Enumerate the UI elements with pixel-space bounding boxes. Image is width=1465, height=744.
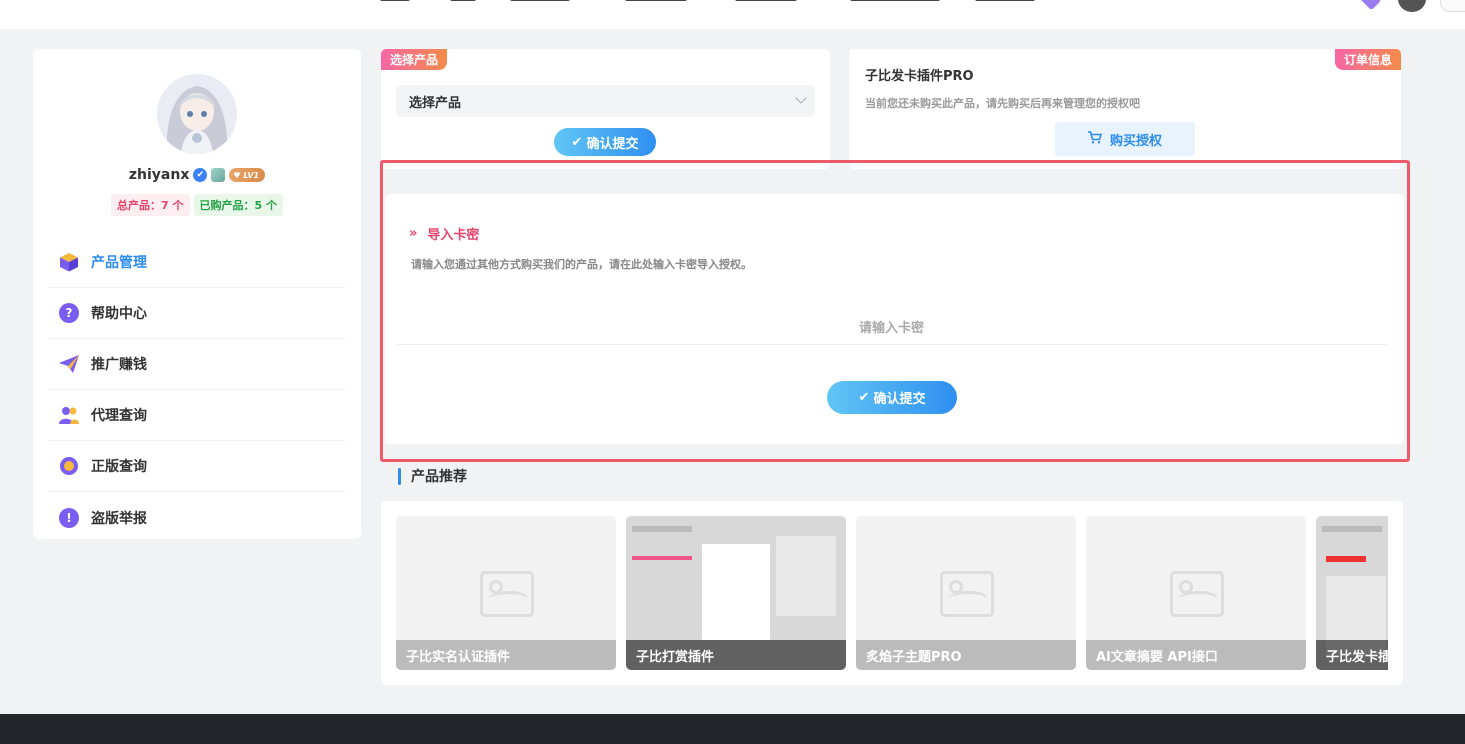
medal-icon [211, 168, 226, 182]
avatar-illustration [157, 74, 237, 154]
sidebar-item-help-center[interactable]: ? 帮助中心 [48, 288, 345, 339]
top-navbar [0, 0, 1465, 29]
recommend-item-caption: 子比打赏插件 [626, 640, 846, 670]
sidebar-item-label: 正版查询 [91, 459, 147, 475]
nav-fragment [380, 0, 410, 3]
sidebar-item-promote-earn[interactable]: 推广赚钱 [48, 339, 345, 390]
magnifier-icon [58, 455, 80, 477]
nav-fragment [850, 0, 940, 3]
nav-fragment [625, 0, 687, 3]
order-info-card: 订单信息 子比发卡插件PRO 当前您还未购买此产品，请先购买后再来管理您的授权吧… [849, 49, 1401, 169]
recommend-title-text: 产品推荐 [411, 469, 467, 485]
recommend-item[interactable]: AI文章摘要 API接口 [1086, 516, 1306, 670]
level-badge-text: LV1 [243, 170, 260, 180]
nav-fragment [975, 0, 1035, 3]
recommend-item-caption: 子比实名认证插件 [396, 640, 616, 670]
order-product-title: 子比发卡插件PRO [865, 69, 974, 84]
highlight-box [380, 160, 1410, 462]
paper-plane-icon [58, 353, 80, 375]
recommend-item[interactable]: 子比打赏插件 [626, 516, 846, 670]
sidebar-item-label: 产品管理 [91, 255, 147, 271]
product-select[interactable]: 选择产品 [396, 85, 815, 117]
sidebar-item-label: 代理查询 [91, 408, 147, 424]
nav-fragment [510, 0, 570, 3]
header-pill-button[interactable] [1440, 0, 1465, 12]
user-sidebar: zhiyanx ✔ ♥ LV1 总产品：7 个 已购产品：5 个 产品管理 ? … [33, 49, 361, 539]
username[interactable]: zhiyanx [129, 167, 189, 183]
sidebar-menu: 产品管理 ? 帮助中心 推广赚钱 代理查询 正版查询 ! 盗版举报 [48, 237, 345, 543]
header-avatar[interactable] [1398, 0, 1426, 12]
question-icon: ? [58, 302, 80, 324]
recommend-card: 子比实名认证插件 子比打赏插件 炙焰子主题PRO AI文章摘要 API接口 子比… [381, 501, 1403, 685]
recommend-item[interactable]: 子比发卡插件PRO [1316, 516, 1388, 670]
nav-fragment [450, 0, 476, 3]
verified-icon: ✔ [193, 168, 208, 182]
username-row: zhiyanx ✔ ♥ LV1 [33, 165, 361, 185]
buy-license-label: 购买授权 [1109, 133, 1162, 149]
nav-fragment [735, 0, 797, 3]
sidebar-item-genuine-query[interactable]: 正版查询 [48, 441, 345, 492]
recommend-item-caption: AI文章摘要 API接口 [1086, 640, 1306, 670]
check-icon: ✔ [571, 134, 583, 150]
exclamation-icon: ! [58, 507, 80, 529]
user-stats: 总产品：7 个 已购产品：5 个 [33, 194, 361, 216]
recommend-item[interactable]: 子比实名认证插件 [396, 516, 616, 670]
order-desc: 当前您还未购买此产品，请先购买后再来管理您的授权吧 [865, 97, 1140, 110]
recommend-title: 产品推荐 [398, 466, 467, 486]
total-products-badge: 总产品：7 个 [111, 194, 190, 216]
bought-products-badge: 已购产品：5 个 [193, 194, 283, 216]
select-product-tag: 选择产品 [381, 49, 448, 70]
sidebar-item-label: 帮助中心 [91, 306, 147, 322]
recommend-strip: 子比实名认证插件 子比打赏插件 炙焰子主题PRO AI文章摘要 API接口 子比… [396, 516, 1388, 670]
select-submit-label: 确认提交 [586, 136, 639, 152]
sidebar-item-label: 盗版举报 [91, 510, 147, 527]
sidebar-item-piracy-report[interactable]: ! 盗版举报 [48, 492, 345, 543]
image-placeholder-icon [480, 571, 534, 617]
recommend-item[interactable]: 炙焰子主题PRO [856, 516, 1076, 670]
buy-license-button[interactable]: 购买授权 [1055, 122, 1195, 156]
recommend-item-caption: 子比发卡插件PRO [1316, 640, 1388, 670]
level-badge: ♥ LV1 [229, 168, 266, 182]
chevron-down-icon [795, 92, 807, 104]
sidebar-item-product-management[interactable]: 产品管理 [48, 237, 345, 288]
select-submit-button[interactable]: ✔ 确认提交 [554, 128, 656, 156]
product-select-value: 选择产品 [409, 95, 462, 111]
vip-gem-icon[interactable] [1358, 0, 1382, 11]
sidebar-item-agent-query[interactable]: 代理查询 [48, 390, 345, 441]
image-placeholder-icon [1170, 571, 1224, 617]
cart-icon [1087, 130, 1103, 148]
user-avatar[interactable] [157, 74, 237, 154]
sidebar-item-label: 推广赚钱 [91, 357, 147, 373]
page-footer [0, 714, 1465, 744]
order-info-tag: 订单信息 [1334, 49, 1401, 70]
cube-icon [58, 251, 80, 273]
recommend-item-caption: 炙焰子主题PRO [856, 640, 1076, 670]
title-accent-bar [398, 467, 401, 485]
select-product-card: 选择产品 选择产品 ✔ 确认提交 [381, 49, 830, 169]
image-placeholder-icon [940, 571, 994, 617]
users-icon [58, 404, 80, 426]
